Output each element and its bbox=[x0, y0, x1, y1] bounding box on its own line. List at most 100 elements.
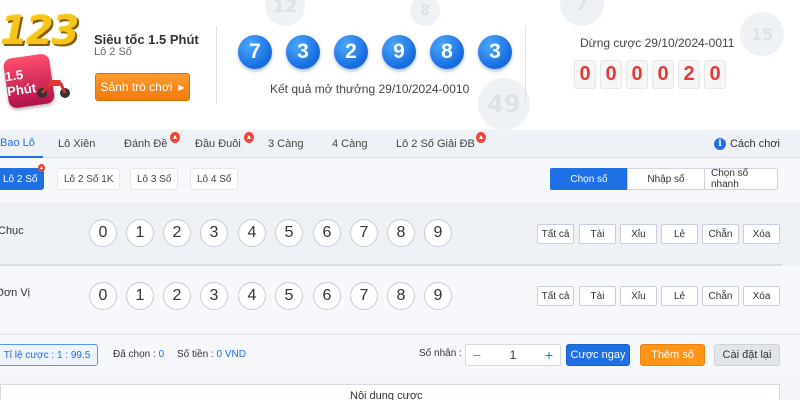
number-ball[interactable]: 0 bbox=[89, 282, 117, 310]
tab-4-cang[interactable]: 4 Càng bbox=[332, 130, 367, 158]
background-ball: 49 bbox=[478, 78, 530, 130]
tab-dau-duoi[interactable]: Đầu Đuôi bbox=[195, 130, 241, 158]
countdown-digit: 2 bbox=[678, 60, 700, 89]
row-label: Chục bbox=[0, 225, 24, 237]
number-ball[interactable]: 9 bbox=[424, 282, 452, 310]
background-ball: 15 bbox=[740, 12, 784, 56]
number-ball[interactable]: 6 bbox=[313, 219, 341, 247]
number-ball[interactable]: 7 bbox=[350, 282, 378, 310]
digit-row-tens: Chục 0 1 2 3 4 5 6 7 8 9 Tất cả Tài Xỉu … bbox=[0, 203, 800, 269]
clear-button[interactable]: Xóa bbox=[743, 224, 780, 244]
mode-label: Chọn số bbox=[570, 173, 608, 185]
number-ball[interactable]: 2 bbox=[163, 282, 191, 310]
bet-type-tabs: Bao Lô Lô Xiên Đánh Đề ▲ Đầu Đuôi ▲ 3 Cà… bbox=[0, 130, 800, 158]
add-number-button[interactable]: Thêm số bbox=[640, 344, 705, 366]
fire-icon: ▲ bbox=[170, 132, 180, 143]
select-all-button[interactable]: Tất cả bbox=[537, 224, 574, 244]
tab-bao-lo[interactable]: Bao Lô bbox=[0, 130, 43, 158]
amount-value: 0 VND bbox=[216, 349, 246, 360]
divider bbox=[525, 26, 526, 104]
mode-choose-number[interactable]: Chọn số bbox=[550, 168, 628, 190]
countdown-digit: 0 bbox=[652, 60, 674, 89]
number-ball[interactable]: 5 bbox=[275, 219, 303, 247]
number-ball[interactable]: 6 bbox=[313, 282, 341, 310]
caret-right-icon: ▶ bbox=[178, 82, 185, 92]
reset-button[interactable]: Cài đặt lại bbox=[714, 344, 780, 366]
selected-count: Đã chọn : 0 bbox=[113, 349, 164, 360]
tab-label: Lô Xiên bbox=[58, 138, 96, 150]
select-odd-button[interactable]: Lẻ bbox=[661, 286, 698, 306]
subtab-lo-4-so[interactable]: Lô 4 Số bbox=[190, 168, 239, 190]
select-even-button[interactable]: Chẵn bbox=[702, 224, 739, 244]
select-small-button[interactable]: Xỉu bbox=[620, 224, 657, 244]
number-ball[interactable]: 5 bbox=[275, 282, 303, 310]
tab-lo-xien[interactable]: Lô Xiên bbox=[58, 130, 95, 158]
mode-label: Chọn số nhanh bbox=[711, 168, 749, 190]
bet-summary-bar: Tỉ lệ cược : 1 : 99.5 Đã chọn : 0 Số tiề… bbox=[0, 334, 800, 374]
countdown-digit: 0 bbox=[626, 60, 648, 89]
tab-lo-2-so-giai-db[interactable]: Lô 2 Số Giải ĐB bbox=[396, 130, 475, 158]
tab-label: Bao Lô bbox=[0, 137, 35, 149]
multiplier-input[interactable]: 1 bbox=[488, 348, 538, 362]
select-even-button[interactable]: Chẵn bbox=[702, 286, 739, 306]
decrement-button[interactable]: − bbox=[466, 345, 488, 365]
mode-label: Nhập số bbox=[647, 173, 685, 185]
tab-label: Đánh Đề bbox=[124, 138, 168, 150]
number-ball[interactable]: 1 bbox=[126, 282, 154, 310]
countdown-digit: 0 bbox=[704, 60, 726, 89]
input-mode-switch: Chọn số Nhập số Chọn số nhanh bbox=[550, 168, 778, 190]
number-ball[interactable]: 2 bbox=[163, 219, 191, 247]
number-ball[interactable]: 3 bbox=[200, 282, 228, 310]
lobby-button-label: Sảnh trò chơi bbox=[100, 80, 173, 94]
number-ball[interactable]: 1 bbox=[126, 219, 154, 247]
selected-label: Đã chọn : bbox=[113, 349, 156, 360]
amount-label: Số tiền : bbox=[177, 349, 214, 360]
divider bbox=[216, 26, 217, 104]
multiplier-label: Số nhân : bbox=[419, 348, 462, 359]
tab-3-cang[interactable]: 3 Càng bbox=[268, 130, 303, 158]
countdown-timer: 0 0 0 0 2 0 bbox=[574, 60, 726, 89]
tab-label: Đầu Đuôi bbox=[195, 138, 241, 150]
background-ball: 12 bbox=[265, 0, 305, 26]
subtab-label: Lô 2 Số bbox=[3, 173, 38, 185]
increment-button[interactable]: + bbox=[538, 345, 560, 365]
fire-icon: ▲ bbox=[38, 164, 45, 172]
number-ball[interactable]: 8 bbox=[387, 282, 415, 310]
select-odd-button[interactable]: Lẻ bbox=[661, 224, 698, 244]
subtab-lo-2-so[interactable]: Lô 2 Số bbox=[0, 168, 45, 190]
countdown-digit: 0 bbox=[574, 60, 596, 89]
info-icon: i bbox=[713, 138, 726, 150]
number-ball[interactable]: 4 bbox=[238, 282, 266, 310]
result-ball: 2 bbox=[334, 35, 368, 69]
subtab-lo-2-so-1k[interactable]: Lô 2 Số 1K bbox=[57, 168, 121, 190]
game-title: Siêu tốc 1.5 Phút bbox=[94, 32, 199, 47]
fire-icon: ▲ bbox=[244, 132, 254, 143]
number-ball[interactable]: 3 bbox=[200, 219, 228, 247]
game-subtitle: Lô 2 Số bbox=[94, 46, 132, 58]
lobby-button[interactable]: Sảnh trò chơi ▶ bbox=[95, 73, 190, 101]
select-big-button[interactable]: Tài bbox=[579, 286, 616, 306]
stop-bet-label: Dừng cược 29/10/2024-0011 bbox=[580, 36, 735, 50]
mode-enter-number[interactable]: Nhập số bbox=[627, 168, 705, 190]
subtab-label: Lô 3 Số bbox=[137, 173, 172, 185]
clear-button[interactable]: Xóa bbox=[743, 286, 780, 306]
number-ball[interactable]: 8 bbox=[387, 219, 415, 247]
select-all-button[interactable]: Tất cả bbox=[537, 286, 574, 306]
number-ball[interactable]: 4 bbox=[238, 219, 266, 247]
subtab-lo-3-so[interactable]: Lô 3 Số bbox=[130, 168, 179, 190]
background-ball: 7 bbox=[560, 0, 604, 26]
how-to-play-link[interactable]: i Cách chơi bbox=[713, 130, 780, 158]
sub-tab-bar: Lô 2 Số ▲ Lô 2 Số 1K Lô 3 Số Lô 4 Số Chọ… bbox=[0, 158, 800, 203]
number-ball[interactable]: 9 bbox=[424, 219, 452, 247]
number-ball[interactable]: 0 bbox=[89, 219, 117, 247]
tab-label: Lô 2 Số Giải ĐB bbox=[396, 138, 475, 150]
select-big-button[interactable]: Tài bbox=[579, 224, 616, 244]
row-label: Đơn Vị bbox=[0, 287, 31, 299]
bet-now-button[interactable]: Cược ngay bbox=[566, 344, 630, 366]
select-small-button[interactable]: Xỉu bbox=[620, 286, 657, 306]
selected-value: 0 bbox=[158, 349, 165, 360]
background-ball: 8 bbox=[410, 0, 440, 26]
tab-danh-de[interactable]: Đánh Đề bbox=[124, 130, 167, 158]
number-ball[interactable]: 7 bbox=[350, 219, 378, 247]
mode-quick-choose[interactable]: Chọn số nhanh bbox=[704, 168, 778, 190]
